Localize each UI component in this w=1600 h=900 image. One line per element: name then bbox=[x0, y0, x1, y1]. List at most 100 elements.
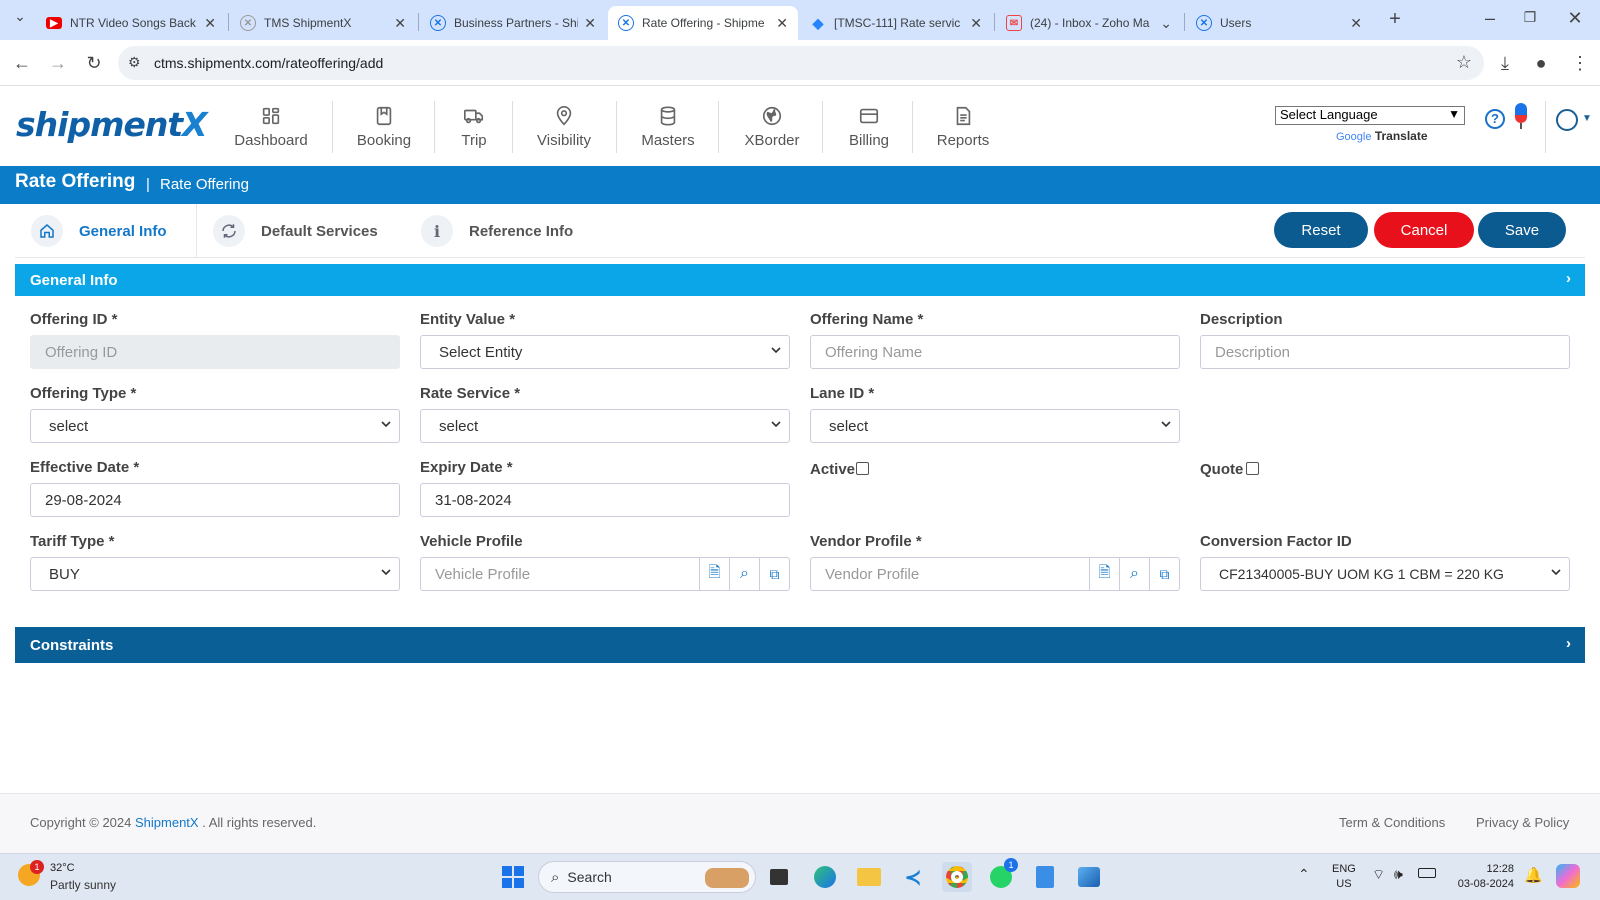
page-footer: Copyright © 2024 ShipmentX . All rights … bbox=[0, 793, 1600, 853]
section-constraints-header[interactable]: Constraints › bbox=[15, 627, 1585, 663]
nav-reports[interactable]: Reports bbox=[926, 87, 1000, 166]
description-input[interactable]: Description bbox=[1200, 335, 1570, 369]
vscode-icon[interactable]: ≺ bbox=[898, 862, 928, 892]
reload-icon[interactable]: ↻ bbox=[84, 53, 104, 74]
document-icon[interactable]: 🗎 bbox=[699, 558, 729, 590]
chrome-icon[interactable] bbox=[942, 862, 972, 892]
notification-bell-icon[interactable]: 🔔 bbox=[1524, 866, 1543, 884]
offering-name-input[interactable]: Offering Name bbox=[810, 335, 1180, 369]
browser-tab-1[interactable]: ▶ NTR Video Songs Back ✕ bbox=[36, 6, 226, 40]
copilot-icon[interactable] bbox=[1556, 864, 1580, 888]
url-field[interactable]: ⚙ ctms.shipmentx.com/rateoffering/add ☆ bbox=[118, 46, 1484, 80]
close-tab-icon[interactable]: ✕ bbox=[970, 15, 982, 32]
browser-tab-7[interactable]: ✕ Users ✕ bbox=[1186, 6, 1372, 40]
effective-date-input[interactable]: 29-08-2024 bbox=[30, 483, 400, 517]
tab-divider bbox=[418, 13, 419, 31]
vendor-profile-label: Vendor Profile * bbox=[810, 533, 922, 550]
chevron-down-icon bbox=[1551, 569, 1561, 576]
browser-tab-5[interactable]: ◆ [TMSC-111] Rate servic ✕ bbox=[800, 6, 992, 40]
search-document-icon[interactable]: ⧉ bbox=[1149, 558, 1179, 590]
shipmentx-link[interactable]: ShipmentX bbox=[135, 815, 199, 830]
conversion-factor-select[interactable]: CF21340005-BUY UOM KG 1 CBM = 220 KG bbox=[1200, 557, 1570, 591]
terms-link[interactable]: Term & Conditions bbox=[1339, 815, 1445, 830]
clock[interactable]: 12:28 03-08-2024 bbox=[1454, 862, 1514, 892]
close-window-icon[interactable]: ✕ bbox=[1565, 8, 1585, 29]
quote-checkbox[interactable] bbox=[1246, 462, 1259, 475]
offering-type-select[interactable]: select bbox=[30, 409, 400, 443]
close-tab-icon[interactable]: ✕ bbox=[1350, 15, 1362, 32]
taskbar-search[interactable]: ⌕ Search bbox=[538, 861, 756, 893]
windows-start-icon[interactable] bbox=[498, 862, 528, 892]
minimize-icon[interactable]: – bbox=[1480, 8, 1500, 29]
task-view-icon[interactable] bbox=[764, 862, 794, 892]
tab-default-services[interactable]: Default Services bbox=[213, 204, 378, 258]
language-indicator[interactable]: ENG US bbox=[1332, 862, 1356, 892]
whatsapp-icon[interactable]: 1 bbox=[986, 858, 1018, 892]
forward-icon[interactable]: → bbox=[48, 53, 68, 74]
download-icon[interactable]: ⤓ bbox=[1495, 53, 1515, 74]
microphone-icon[interactable] bbox=[1514, 103, 1528, 129]
close-tab-icon[interactable]: ⌄ bbox=[1160, 15, 1172, 32]
entity-value-select[interactable]: Select Entity bbox=[420, 335, 790, 369]
nav-booking[interactable]: Booking bbox=[346, 87, 422, 166]
notepad-icon[interactable] bbox=[1030, 862, 1060, 892]
browser-tab-6[interactable]: ✉ (24) - Inbox - Zoho Ma ⌄ bbox=[996, 6, 1182, 40]
tab-search-chevron-icon[interactable]: ⌄ bbox=[10, 8, 30, 25]
tab-general-info[interactable]: General Info bbox=[31, 204, 167, 258]
battery-icon[interactable] bbox=[1418, 868, 1436, 878]
vehicle-profile-input[interactable]: Vehicle Profile 🗎 ⌕ ⧉ bbox=[420, 557, 790, 591]
globe-icon bbox=[762, 106, 782, 125]
close-tab-icon[interactable]: ✕ bbox=[394, 15, 406, 32]
browser-tab-3[interactable]: ✕ Business Partners - Shi ✕ bbox=[420, 6, 606, 40]
photos-icon[interactable] bbox=[1074, 862, 1104, 892]
cancel-button[interactable]: Cancel bbox=[1374, 212, 1474, 248]
close-tab-icon[interactable]: ✕ bbox=[204, 15, 216, 32]
search-icon[interactable]: ⌕ bbox=[729, 558, 759, 590]
shipmentx-logo[interactable]: shipmentX bbox=[16, 105, 208, 144]
profile-icon[interactable]: ● bbox=[1531, 53, 1551, 74]
tariff-type-select[interactable]: BUY bbox=[30, 557, 400, 591]
close-tab-icon[interactable]: ✕ bbox=[584, 15, 596, 32]
close-tab-icon[interactable]: ✕ bbox=[776, 15, 788, 32]
nav-xborder[interactable]: XBorder bbox=[734, 87, 810, 166]
nav-dashboard[interactable]: Dashboard bbox=[228, 87, 314, 166]
browser-tab-2[interactable]: ✕ TMS ShipmentX ✕ bbox=[230, 6, 416, 40]
site-info-icon[interactable]: ⚙ bbox=[128, 54, 141, 71]
rate-service-select[interactable]: select bbox=[420, 409, 790, 443]
show-hidden-icons-icon[interactable]: ⌃ bbox=[1298, 866, 1310, 883]
nav-divider bbox=[512, 101, 513, 153]
privacy-link[interactable]: Privacy & Policy bbox=[1476, 815, 1569, 830]
nav-masters[interactable]: Masters bbox=[630, 87, 706, 166]
weather-widget[interactable]: 1 32°C Partly sunny bbox=[16, 860, 126, 896]
vendor-profile-input[interactable]: Vendor Profile 🗎 ⌕ ⧉ bbox=[810, 557, 1180, 591]
offering-id-input[interactable]: Offering ID bbox=[30, 335, 400, 369]
section-general-info-header[interactable]: General Info › bbox=[15, 264, 1585, 296]
browser-tab-4-active[interactable]: ✕ Rate Offering - Shipme ✕ bbox=[608, 6, 798, 40]
nav-trip[interactable]: Trip bbox=[446, 87, 502, 166]
browser-menu-icon[interactable]: ⋮ bbox=[1570, 53, 1590, 74]
chevron-down-icon[interactable]: ▼ bbox=[1582, 113, 1592, 124]
lane-id-select[interactable]: select bbox=[810, 409, 1180, 443]
wifi-icon[interactable]: ⌔ bbox=[1372, 866, 1385, 884]
nav-billing[interactable]: Billing bbox=[836, 87, 902, 166]
volume-icon[interactable]: 🕪 bbox=[1394, 866, 1403, 883]
save-button[interactable]: Save bbox=[1478, 212, 1566, 248]
bookmark-star-icon[interactable]: ☆ bbox=[1456, 52, 1472, 73]
new-tab-icon[interactable]: + bbox=[1385, 8, 1405, 31]
edge-shape bbox=[814, 866, 836, 888]
tab-reference-info[interactable]: i Reference Info bbox=[421, 204, 573, 258]
search-icon[interactable]: ⌕ bbox=[1119, 558, 1149, 590]
back-icon[interactable]: ← bbox=[12, 53, 32, 74]
expiry-date-input[interactable]: 31-08-2024 bbox=[420, 483, 790, 517]
file-explorer-icon[interactable] bbox=[854, 862, 884, 892]
language-select[interactable]: Select Language ▼ bbox=[1275, 106, 1465, 125]
user-account-icon[interactable] bbox=[1556, 109, 1578, 131]
nav-visibility[interactable]: Visibility bbox=[526, 87, 602, 166]
edge-icon[interactable] bbox=[810, 862, 840, 892]
document-icon[interactable]: 🗎 bbox=[1089, 558, 1119, 590]
reset-button[interactable]: Reset bbox=[1274, 212, 1368, 248]
search-document-icon[interactable]: ⧉ bbox=[759, 558, 789, 590]
active-checkbox[interactable] bbox=[856, 462, 869, 475]
help-icon[interactable]: ? bbox=[1485, 109, 1505, 129]
restore-icon[interactable]: ❐ bbox=[1520, 9, 1540, 26]
